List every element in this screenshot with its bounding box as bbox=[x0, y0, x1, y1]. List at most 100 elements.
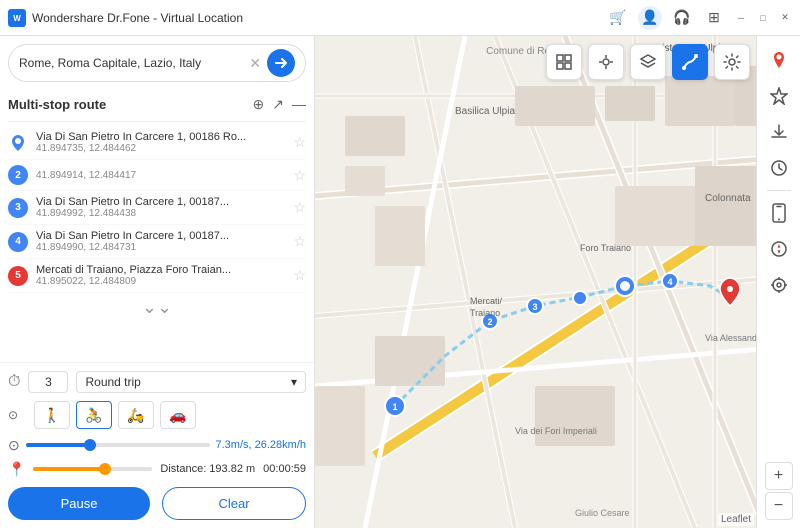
search-bar: ✕ bbox=[8, 44, 306, 82]
svg-text:Basilica Ulpia: Basilica Ulpia bbox=[455, 106, 515, 117]
add-route-icon[interactable]: ⊕ bbox=[253, 96, 265, 113]
svg-text:4: 4 bbox=[667, 277, 672, 287]
svg-text:3: 3 bbox=[532, 302, 537, 312]
route-num: 3 bbox=[8, 198, 28, 218]
svg-text:2: 2 bbox=[487, 317, 492, 327]
trip-type-select[interactable]: Round trip ▾ bbox=[76, 371, 306, 393]
trip-count-input[interactable]: 3 bbox=[28, 371, 68, 393]
expand-route-icon[interactable]: ⌄⌄ bbox=[8, 293, 306, 322]
speed-value: 7.3m/s, 26.28km/h bbox=[216, 439, 307, 451]
close-button[interactable]: ✕ bbox=[778, 11, 792, 25]
time-value: 00:00:59 bbox=[263, 463, 306, 475]
route-item-star[interactable]: ☆ bbox=[293, 233, 306, 250]
route-item-coords: 41.894992, 12.484438 bbox=[36, 208, 285, 219]
svg-text:Via dei Fori Imperiali: Via dei Fori Imperiali bbox=[515, 426, 597, 436]
svg-text:Colonnata: Colonnata bbox=[705, 193, 751, 204]
compass-button[interactable] bbox=[763, 233, 795, 265]
distance-slider[interactable] bbox=[33, 459, 152, 479]
left-panel: ✕ Multi-stop route ⊕ ↗ — bbox=[0, 36, 315, 528]
layers-tool-button[interactable] bbox=[630, 44, 666, 80]
route-num: 2 bbox=[8, 165, 28, 185]
walk-button[interactable]: 🚶 bbox=[34, 401, 70, 429]
titlebar-icons: 🛒 👤 🎧 ⊞ ─ □ ✕ bbox=[606, 6, 792, 30]
maximize-button[interactable]: □ bbox=[756, 11, 770, 25]
distance-row: 📍 Distance: 193.82 m 00:00:59 bbox=[8, 459, 306, 479]
route-item-star[interactable]: ☆ bbox=[293, 267, 306, 284]
route-num: 5 bbox=[8, 266, 28, 286]
settings-tool-button[interactable] bbox=[714, 44, 750, 80]
user-icon[interactable]: 👤 bbox=[638, 6, 662, 30]
route-title: Multi-stop route bbox=[8, 97, 106, 112]
speed-row: ⊙ 7.3m/s, 26.28km/h bbox=[8, 435, 306, 455]
route-item-star[interactable]: ☆ bbox=[293, 134, 306, 151]
svg-text:Mercati/: Mercati/ bbox=[470, 296, 503, 306]
zoom-controls: + − bbox=[765, 462, 793, 520]
map-toolbar bbox=[546, 44, 750, 80]
app-title: Wondershare Dr.Fone - Virtual Location bbox=[32, 11, 600, 25]
route-tool-button[interactable] bbox=[672, 44, 708, 80]
speed-meter-icon: ⊙ bbox=[8, 408, 28, 422]
speed-slider[interactable] bbox=[26, 435, 210, 455]
route-header-icons: ⊕ ↗ — bbox=[253, 96, 306, 113]
search-input[interactable] bbox=[19, 56, 243, 70]
minimize-button[interactable]: ─ bbox=[734, 11, 748, 25]
svg-text:1: 1 bbox=[392, 402, 397, 412]
sidebar-divider bbox=[767, 190, 791, 191]
maps-button[interactable] bbox=[763, 44, 795, 76]
scooter-button[interactable]: 🛵 bbox=[118, 401, 154, 429]
right-sidebar: + − bbox=[756, 36, 800, 528]
trip-row: ⏱ 3 Round trip ▾ bbox=[8, 371, 306, 393]
route-item-info: 41.894914, 12.484417 bbox=[36, 170, 285, 181]
route-item: 4 Via Di San Pietro In Carcere 1, 00187.… bbox=[8, 225, 306, 259]
zoom-in-button[interactable]: + bbox=[765, 462, 793, 490]
map-svg: 1 2 3 4 Comune di Roma Basilica Ulpia Ri… bbox=[315, 36, 800, 528]
minimize-route-icon[interactable]: — bbox=[292, 96, 306, 113]
grid-tool-button[interactable] bbox=[546, 44, 582, 80]
route-item-coords: 41.895022, 12.484809 bbox=[36, 276, 285, 287]
route-item-star[interactable]: ☆ bbox=[293, 199, 306, 216]
route-item-info: Mercati di Traiano, Piazza Foro Traian..… bbox=[36, 264, 285, 287]
route-item-coords: 41.894735, 12.484462 bbox=[36, 143, 285, 154]
clock-button[interactable] bbox=[763, 152, 795, 184]
speedometer-icon: ⊙ bbox=[8, 437, 20, 454]
phone-button[interactable] bbox=[763, 197, 795, 229]
route-header: Multi-stop route ⊕ ↗ — bbox=[8, 90, 306, 122]
search-clear-icon[interactable]: ✕ bbox=[249, 55, 261, 72]
leaflet-attribution: Leaflet bbox=[718, 513, 754, 526]
route-item-star[interactable]: ☆ bbox=[293, 167, 306, 184]
map-area[interactable]: 1 2 3 4 Comune di Roma Basilica Ulpia Ri… bbox=[315, 36, 800, 528]
route-item: 3 Via Di San Pietro In Carcere 1, 00187.… bbox=[8, 191, 306, 225]
bottom-controls: ⏱ 3 Round trip ▾ ⊙ 🚶 🚴 🛵 🚗 ⊙ bbox=[0, 362, 314, 528]
svg-text:W: W bbox=[13, 14, 21, 23]
route-num: 4 bbox=[8, 232, 28, 252]
clock-icon: ⏱ bbox=[8, 373, 20, 391]
route-item-address: Via Di San Pietro In Carcere 1, 00186 Ro… bbox=[36, 131, 285, 143]
route-item-address: Mercati di Traiano, Piazza Foro Traian..… bbox=[36, 264, 285, 276]
export-route-icon[interactable]: ↗ bbox=[272, 96, 284, 113]
bike-button[interactable]: 🚴 bbox=[76, 401, 112, 429]
route-item-address: Via Di San Pietro In Carcere 1, 00187... bbox=[36, 196, 285, 208]
svg-text:Giulio Cesare: Giulio Cesare bbox=[575, 508, 630, 518]
action-row: Pause Clear bbox=[8, 487, 306, 520]
titlebar: W Wondershare Dr.Fone - Virtual Location… bbox=[0, 0, 800, 36]
download-button[interactable] bbox=[763, 116, 795, 148]
target-button[interactable] bbox=[763, 269, 795, 301]
main-area: ✕ Multi-stop route ⊕ ↗ — bbox=[0, 36, 800, 528]
distance-icon: 📍 bbox=[8, 461, 25, 478]
star-button[interactable] bbox=[763, 80, 795, 112]
headset-icon[interactable]: 🎧 bbox=[670, 6, 694, 30]
route-item-info: Via Di San Pietro In Carcere 1, 00187...… bbox=[36, 230, 285, 253]
car-button[interactable]: 🚗 bbox=[160, 401, 196, 429]
grid-icon[interactable]: ⊞ bbox=[702, 6, 726, 30]
route-item-info: Via Di San Pietro In Carcere 1, 00186 Ro… bbox=[36, 131, 285, 154]
route-item-coords: 41.894914, 12.484417 bbox=[36, 170, 285, 181]
search-go-button[interactable] bbox=[267, 49, 295, 77]
move-tool-button[interactable] bbox=[588, 44, 624, 80]
pause-button[interactable]: Pause bbox=[8, 487, 150, 520]
route-panel: Multi-stop route ⊕ ↗ — Via Di San Pietro… bbox=[0, 90, 314, 362]
app-logo: W bbox=[8, 9, 26, 27]
zoom-out-button[interactable]: − bbox=[765, 492, 793, 520]
cart-icon[interactable]: 🛒 bbox=[606, 6, 630, 30]
clear-button[interactable]: Clear bbox=[162, 487, 306, 520]
transport-row: ⊙ 🚶 🚴 🛵 🚗 bbox=[8, 401, 306, 429]
